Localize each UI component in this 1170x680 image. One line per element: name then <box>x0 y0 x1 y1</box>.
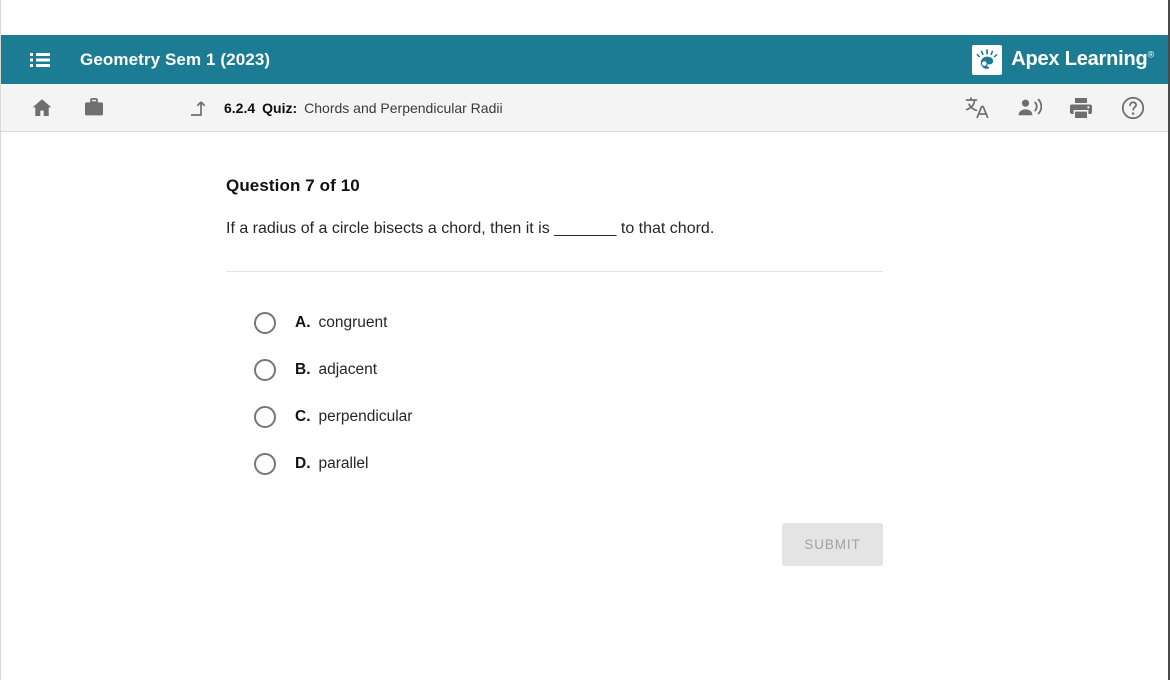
subdirectory-arrow-up-icon[interactable] <box>186 95 212 121</box>
submit-row: SUBMIT <box>226 523 883 566</box>
option-text-c: perpendicular <box>318 407 413 425</box>
toolbar-actions <box>964 95 1146 121</box>
answer-option-a[interactable]: A. congruent <box>254 299 886 346</box>
course-title: Geometry Sem 1 (2023) <box>80 49 271 69</box>
brand-lockup: Apex Learning® <box>972 44 1154 75</box>
answer-options-list: A. congruent B. adjacent C. perpendicula… <box>254 299 886 487</box>
help-icon[interactable] <box>1120 95 1146 121</box>
brand-name: Apex Learning® <box>1011 48 1154 71</box>
app-header-bar: Geometry Sem 1 (2023) Apex Learning® <box>0 35 1170 84</box>
answer-option-c[interactable]: C. perpendicular <box>254 393 886 440</box>
brand-name-text: Apex Learning <box>1011 48 1148 70</box>
option-letter-a: A. <box>295 313 311 331</box>
quiz-page: Geometry Sem 1 (2023) Apex Learning® 6.2… <box>0 0 1170 680</box>
option-letter-b: B. <box>295 360 311 378</box>
translate-icon[interactable] <box>964 95 990 121</box>
brand-trademark: ® <box>1147 49 1155 60</box>
question-block: Question 7 of 10 If a radius of a circle… <box>226 176 886 487</box>
list-icon[interactable] <box>22 42 58 78</box>
window-border-left <box>0 0 1 680</box>
section-divider <box>226 271 883 273</box>
submit-button[interactable]: SUBMIT <box>782 523 883 566</box>
breadcrumb-kind: Quiz: <box>262 99 298 116</box>
question-heading: Question 7 of 10 <box>226 176 360 195</box>
print-icon[interactable] <box>1068 95 1094 121</box>
question-prompt: If a radius of a circle bisects a chord,… <box>226 220 715 237</box>
breadcrumb[interactable]: 6.2.4 Quiz: Chords and Perpendicular Rad… <box>224 100 503 116</box>
option-text-d: parallel <box>318 454 369 472</box>
radio-button-d[interactable] <box>254 452 276 475</box>
apex-sunburst-logo <box>972 44 1003 75</box>
question-content: Question 7 of 10 If a radius of a circle… <box>0 133 1170 680</box>
secondary-toolbar: 6.2.4 Quiz: Chords and Perpendicular Rad… <box>0 84 1170 132</box>
breadcrumb-name: Chords and Perpendicular Radii <box>304 99 503 116</box>
answer-option-d[interactable]: D. parallel <box>254 440 886 487</box>
option-text-a: congruent <box>318 313 388 331</box>
read-aloud-icon[interactable] <box>1016 95 1042 121</box>
breadcrumb-number: 6.2.4 <box>224 99 256 116</box>
radio-button-b[interactable] <box>254 358 276 381</box>
option-letter-d: D. <box>295 454 311 472</box>
option-text-b: adjacent <box>318 360 378 378</box>
briefcase-icon[interactable] <box>80 94 108 122</box>
radio-button-a[interactable] <box>254 311 276 334</box>
app-header-left: Geometry Sem 1 (2023) <box>0 42 270 78</box>
radio-button-c[interactable] <box>254 405 276 428</box>
option-letter-c: C. <box>295 407 311 425</box>
answer-option-b[interactable]: B. adjacent <box>254 346 886 393</box>
top-gutter <box>0 0 1170 35</box>
home-icon[interactable] <box>28 94 56 122</box>
